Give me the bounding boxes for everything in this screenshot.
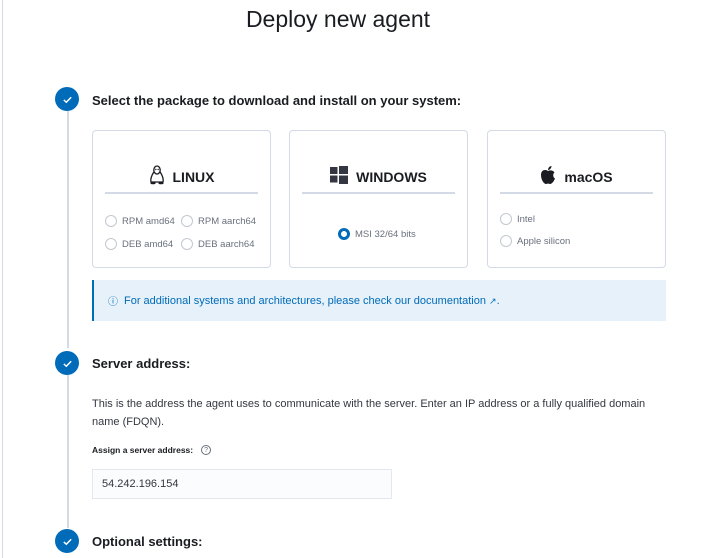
linux-card: LINUX RPM amd64 RPM aarch64 DEB amd64 DE… <box>92 130 271 268</box>
page-title: Deploy new agent <box>245 6 431 32</box>
step-title: Server address: <box>92 356 191 371</box>
step-title: Select the package to download and insta… <box>92 93 462 108</box>
documentation-link[interactable]: For additional systems and architectures… <box>124 295 486 307</box>
radio-msi[interactable]: MSI 32/64 bits <box>338 228 416 240</box>
left-border <box>2 0 3 558</box>
step-title: Optional settings: <box>92 534 203 549</box>
server-address-label: Assign a server address: <box>92 445 194 455</box>
step-complete-icon <box>55 87 79 111</box>
radio-apple-silicon[interactable]: Apple silicon <box>500 235 570 247</box>
radio-deb-aarch64[interactable]: DEB aarch64 <box>181 238 255 250</box>
apple-icon <box>540 165 556 188</box>
step-connector <box>67 375 69 528</box>
radio-deb-amd64[interactable]: DEB amd64 <box>105 238 173 250</box>
linux-label: LINUX <box>172 168 215 185</box>
linux-icon <box>149 165 165 188</box>
external-link-icon: ↗ <box>489 295 497 306</box>
windows-card: WINDOWS MSI 32/64 bits <box>289 130 468 268</box>
step-complete-icon <box>55 351 79 375</box>
macos-card: macOS Intel Apple silicon <box>487 130 666 268</box>
step-connector <box>67 111 69 348</box>
windows-label: WINDOWS <box>356 168 427 185</box>
radio-rpm-aarch64[interactable]: RPM aarch64 <box>181 215 256 227</box>
radio-intel[interactable]: Intel <box>500 213 535 225</box>
help-icon[interactable]: ? <box>201 445 212 455</box>
server-address-input[interactable]: 54.242.196.154 <box>92 469 392 499</box>
info-icon: ⓘ <box>108 297 118 308</box>
macos-label: macOS <box>564 168 613 185</box>
windows-icon <box>330 166 349 187</box>
radio-rpm-amd64[interactable]: RPM amd64 <box>105 215 175 227</box>
info-callout: ⓘ For additional systems and architectur… <box>92 280 666 321</box>
step-complete-icon <box>55 529 79 553</box>
server-description: This is the address the agent uses to co… <box>92 398 646 428</box>
